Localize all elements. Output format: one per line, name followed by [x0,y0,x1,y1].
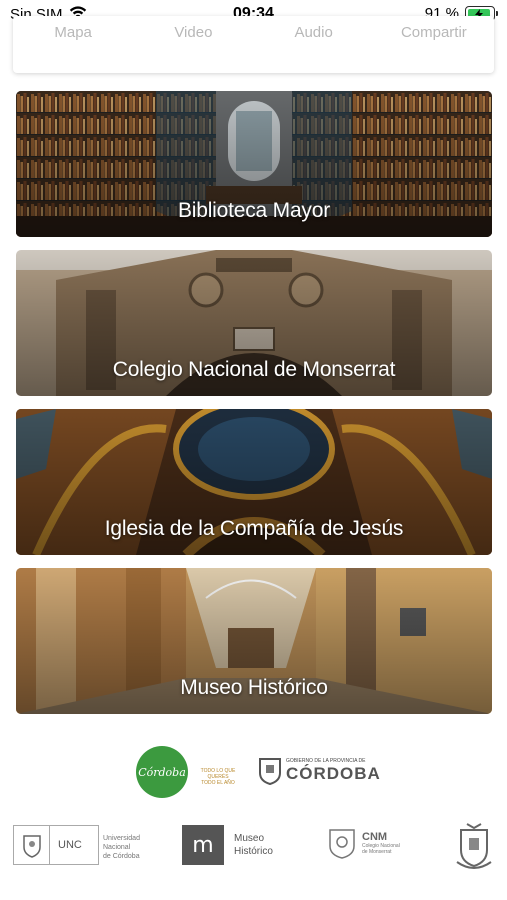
museo-text-line2: Histórico [234,846,273,857]
place-card-museo[interactable]: Museo Histórico [16,568,492,714]
place-title: Biblioteca Mayor [177,199,331,222]
unc-crest-icon [14,826,50,864]
museo-text-line1: Museo [234,833,265,844]
gobierno-cordoba-logo: GOBIERNO DE LA PROVINCIA DE CÓRDOBA [258,757,381,785]
unc-name-line2: Nacional [103,844,131,851]
action-card: Mapa Video Audio Compartir [13,16,494,73]
cnm-crest-icon [329,829,355,859]
cordoba-tagline-line1: TODO LO QUE QUERÉS [200,768,236,780]
tab-compartir[interactable]: Compartir [374,24,494,41]
museo-mark: m [182,825,224,865]
unc-name-line1: Universidad [103,835,140,842]
place-card-iglesia[interactable]: Iglesia de la Compañía de Jesús [16,409,492,555]
place-title: Colegio Nacional de Monserrat [112,358,396,381]
museo-historico-logo: m Museo Histórico [182,825,273,865]
tab-audio[interactable]: Audio [254,24,374,41]
shield-icon [259,758,281,785]
place-card-biblioteca[interactable]: Biblioteca Mayor [16,91,492,237]
cordoba-tagline-line2: TODO EL AÑO [201,780,235,786]
unc-name-line3: de Córdoba [103,853,140,860]
place-title: Iglesia de la Compañía de Jesús [104,517,404,540]
cordoba-tagline: TODO LO QUE QUERÉS TODO EL AÑO [192,768,244,786]
tab-mapa[interactable]: Mapa [13,24,133,41]
gov-big-text: CÓRDOBA [286,764,381,783]
unc-name: Universidad Nacional de Córdoba [103,834,140,861]
unc-code: UNC [58,839,82,851]
action-tabs: Mapa Video Audio Compartir [13,24,494,41]
crest-icon [455,822,493,875]
cordoba-logo: Córdoba [136,746,188,798]
cnm-logo: CNM Colegio Nacional de Monserrat [326,826,400,860]
cnm-line2: de Monserrat [362,849,392,855]
place-card-monserrat[interactable]: Colegio Nacional de Monserrat [16,250,492,396]
cnm-code: CNM [362,831,388,843]
tab-video[interactable]: Video [133,24,253,41]
unc-logo: UNC [13,825,99,865]
place-title: Museo Histórico [180,676,328,699]
